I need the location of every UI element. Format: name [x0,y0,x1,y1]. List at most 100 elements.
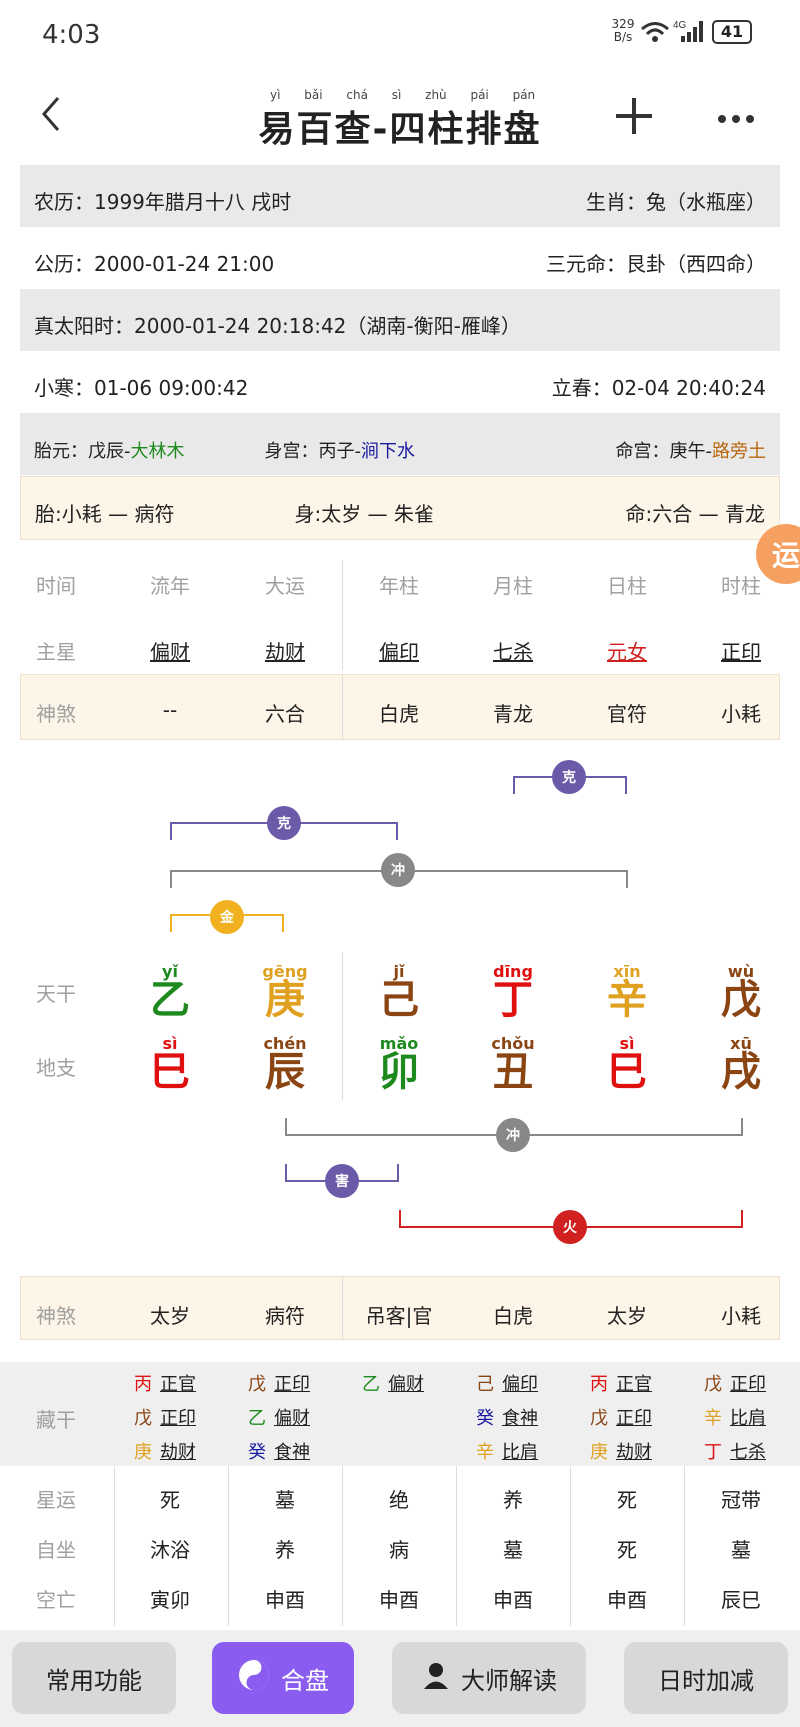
canggan-shishen[interactable]: 偏财 [274,1404,310,1430]
canggan-shishen[interactable]: 劫财 [616,1438,652,1464]
zhuxing-label: 主星 [36,640,76,664]
canggan-shishen[interactable]: 比肩 [502,1438,538,1464]
canggan-shishen[interactable]: 正印 [274,1370,310,1396]
grid-divider [342,1466,343,1626]
canggan-shishen[interactable]: 食神 [502,1404,538,1430]
common-functions-label: 常用功能 [46,1666,142,1695]
tiangan-char[interactable]: 庚 [245,978,325,1022]
canggan-shishen[interactable]: 正印 [160,1404,196,1430]
col-divider [342,560,343,670]
taiyuan-label: 胎元：戊辰- [34,441,131,462]
canggan-shishen[interactable]: 正官 [616,1370,652,1396]
tiangan-label: 天干 [36,982,76,1006]
time-adjust-label: 日时加减 [658,1666,754,1695]
canggan-gan: 丙 [134,1374,152,1395]
tiangan-char[interactable]: 戊 [701,978,781,1022]
canggan-label: 藏干 [36,1408,76,1432]
lowgrid-value: 沐浴 [150,1538,190,1562]
canggan-shishen[interactable]: 比肩 [730,1404,766,1430]
canggan-gan: 丁 [704,1442,722,1463]
grid-divider [570,1466,571,1626]
dizhi-char[interactable]: 巳 [587,1050,667,1094]
add-icon[interactable] [614,96,654,140]
canggan-shishen[interactable]: 正印 [730,1370,766,1396]
column-label: 月柱 [493,574,533,598]
zhuxing-value[interactable]: 偏印 [359,636,439,665]
hepan-label: 合盘 [281,1666,329,1695]
sanyuan-ming: 三元命：艮卦（西四命） [546,252,766,276]
shengong: 身宫：丙子-涧下水 [265,437,416,463]
lunar-row: 农历：1999年腊月十八 戌时 生肖：兔（水瓶座） [20,165,780,227]
shengong-value: 涧下水 [361,441,415,462]
hepan-button[interactable]: 合盘 [212,1642,354,1714]
lowgrid-value: 死 [617,1538,637,1562]
zhuxing-value[interactable]: 劫财 [245,636,325,665]
zhuxing-value[interactable]: 元女 [587,636,667,665]
lowgrid-value: 养 [275,1538,295,1562]
canggan-shishen[interactable]: 偏财 [388,1370,424,1396]
lowgrid-value: 冠带 [721,1488,761,1512]
grid-divider [456,1466,457,1626]
common-functions-button[interactable]: 常用功能 [12,1642,176,1714]
svg-text:4G: 4G [673,20,687,31]
shensha-value: 青龙 [493,702,533,726]
dizhi-char[interactable]: 丑 [473,1050,553,1094]
relation-chong-1: 冲 [381,853,415,887]
dizhi-char[interactable]: 戌 [701,1050,781,1094]
relation-ke-2: 克 [267,806,301,840]
shensha-summary-row: 胎:小耗 — 病符 身:太岁 — 朱雀 命:六合 — 青龙 [20,476,780,540]
shensha-value: 白虎 [379,702,419,726]
shengong-label: 身宫：丙子- [264,441,362,462]
ming-shensha: 命:六合 — 青龙 [625,502,765,526]
col-divider [342,674,343,740]
lowgrid-value: 申酉 [493,1588,533,1612]
lowgrid-value: 绝 [389,1488,409,1512]
zhuxing-value[interactable]: 正印 [701,636,781,665]
canggan-shishen[interactable]: 正印 [616,1404,652,1430]
dizhi-char[interactable]: 卯 [359,1050,439,1094]
tiangan-char[interactable]: 辛 [587,978,667,1022]
canggan-shishen[interactable]: 食神 [274,1438,310,1464]
canggan-gan: 辛 [704,1408,722,1429]
canggan-shishen[interactable]: 偏印 [502,1370,538,1396]
shensha-value: 六合 [265,702,305,726]
solar-date: 公历：2000-01-24 21:00 [34,252,275,276]
canggan-shishen[interactable]: 劫财 [160,1438,196,1464]
zhuxing-value[interactable]: 七杀 [473,636,553,665]
shensha-value: -- [162,698,178,722]
status-bar: 4:03 329 B/s 4G 41 [0,0,800,70]
user-headset-icon [421,1660,451,1696]
canggan-shishen[interactable]: 七杀 [730,1438,766,1464]
more-icon[interactable] [716,110,756,129]
battery-icon: 41 [712,20,752,44]
tiangan-char[interactable]: 乙 [130,978,210,1022]
lowgrid-value: 辰巳 [721,1588,761,1612]
net-speed: 329 B/s [611,17,635,44]
time-adjust-button[interactable]: 日时加减 [624,1642,788,1714]
tiangan-char[interactable]: 己 [359,978,439,1022]
dizhi-char[interactable]: 辰 [245,1050,325,1094]
lichun: 立春：02-04 20:40:24 [551,376,766,400]
app-header: yì bǎi chá sì zhù pái pán 易百查-四柱排盘 [0,80,800,160]
lowgrid-label: 星运 [36,1488,76,1512]
minggong-label: 命宫：庚午- [615,441,713,462]
lowgrid-value: 养 [503,1488,523,1512]
lowgrid-value: 墓 [275,1488,295,1512]
grid-divider [114,1466,115,1626]
canggan-gan: 戊 [590,1408,608,1429]
canggan-gan: 乙 [248,1408,266,1429]
dizhi-char[interactable]: 巳 [130,1050,210,1094]
master-reading-button[interactable]: 大师解读 [392,1642,586,1714]
xiaohan: 小寒：01-06 09:00:42 [34,376,249,400]
lowgrid-value: 申酉 [265,1588,305,1612]
relation-chong-2: 冲 [496,1118,530,1152]
column-label: 时柱 [721,574,761,598]
canggan-gan: 庚 [134,1442,152,1463]
zhuxing-value[interactable]: 偏财 [130,636,210,665]
canggan-shishen[interactable]: 正官 [160,1370,196,1396]
canggan-gan: 庚 [590,1442,608,1463]
tiangan-char[interactable]: 丁 [473,978,553,1022]
canggan-gan: 癸 [248,1442,266,1463]
relation-jin: 金 [210,900,244,934]
tai-shensha: 胎:小耗 — 病符 [35,502,175,526]
